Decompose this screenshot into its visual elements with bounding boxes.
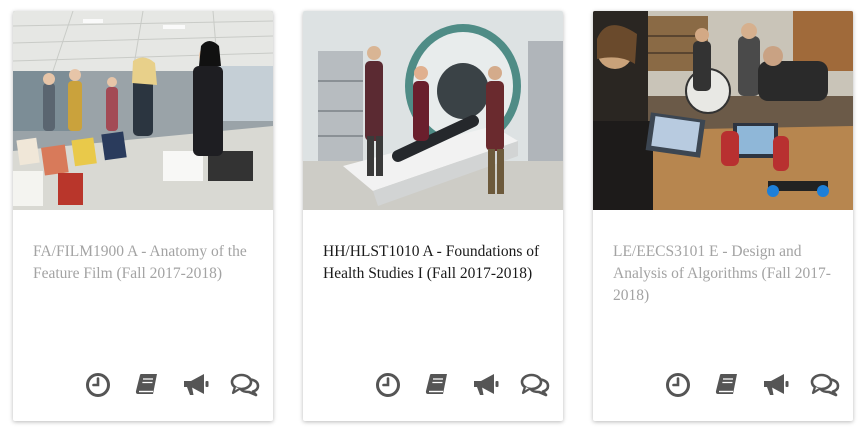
course-title[interactable]: FA/FILM1900 A - Anatomy of the Feature F…	[33, 241, 255, 285]
course-title[interactable]: LE/EECS3101 E - Design and Analysis of A…	[613, 241, 835, 307]
book-icon[interactable]	[128, 372, 165, 398]
chat-icon[interactable]	[806, 372, 843, 398]
book-icon[interactable]	[418, 372, 455, 398]
chat-icon[interactable]	[516, 372, 553, 398]
course-actions	[79, 372, 263, 398]
course-image[interactable]	[13, 11, 273, 210]
book-icon[interactable]	[708, 372, 745, 398]
course-image[interactable]	[303, 11, 563, 210]
course-card-health[interactable]: HH/HLST1010 A - Foundations of Health St…	[303, 11, 563, 421]
clock-icon[interactable]	[369, 372, 406, 398]
course-actions	[369, 372, 553, 398]
course-card-algorithms[interactable]: LE/EECS3101 E - Design and Analysis of A…	[593, 11, 853, 421]
megaphone-icon[interactable]	[177, 372, 214, 398]
chat-icon[interactable]	[226, 372, 263, 398]
clock-icon[interactable]	[79, 372, 116, 398]
course-title[interactable]: HH/HLST1010 A - Foundations of Health St…	[323, 241, 545, 285]
course-actions	[659, 372, 843, 398]
course-image[interactable]	[593, 11, 853, 210]
course-card-film[interactable]: FA/FILM1900 A - Anatomy of the Feature F…	[13, 11, 273, 421]
megaphone-icon[interactable]	[757, 372, 794, 398]
clock-icon[interactable]	[659, 372, 696, 398]
megaphone-icon[interactable]	[467, 372, 504, 398]
